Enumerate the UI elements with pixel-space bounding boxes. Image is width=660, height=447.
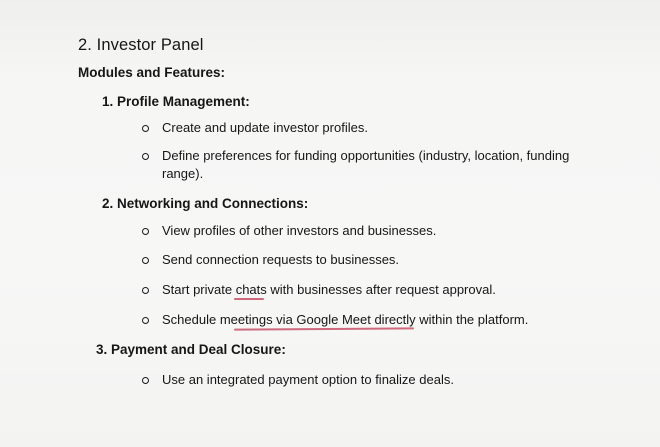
hollow-bullet-icon [142, 287, 149, 294]
hollow-bullet-icon [142, 153, 149, 160]
hollow-bullet-icon [142, 228, 149, 235]
hollow-bullet-icon [142, 377, 149, 384]
hollow-bullet-icon [142, 125, 149, 132]
list-item: Send connection requests to businesses. [142, 251, 602, 269]
list-item-text: Create and update investor profiles. [162, 120, 368, 135]
hollow-bullet-icon [142, 257, 149, 264]
list-item: Start private chats with businesses afte… [142, 281, 612, 299]
module-heading-profile-management: 1. Profile Management: [102, 94, 250, 109]
list-item-text: Start private chats with businesses afte… [162, 282, 496, 297]
pen-underline-mark [233, 327, 415, 331]
list-item-text: Schedule meetings via Google Meet direct… [162, 312, 529, 327]
list-item-text: View profiles of other investors and bus… [162, 223, 437, 238]
module-heading-networking: 2. Networking and Connections: [102, 196, 309, 211]
list-item: Define preferences for funding opportuni… [142, 147, 597, 183]
list-item: Use an integrated payment option to fina… [142, 371, 602, 389]
pen-underline-mark [234, 298, 264, 300]
list-item: Schedule meetings via Google Meet direct… [142, 311, 622, 329]
module-heading-payment: 3. Payment and Deal Closure: [96, 342, 286, 357]
list-item: Create and update investor profiles. [142, 119, 582, 137]
list-item-text: Use an integrated payment option to fina… [162, 372, 454, 387]
hollow-bullet-icon [142, 317, 149, 324]
modules-subheading: Modules and Features: [78, 65, 226, 80]
list-item: View profiles of other investors and bus… [142, 222, 602, 240]
list-item-text: Send connection requests to businesses. [162, 252, 400, 267]
list-item-text: Define preferences for funding opportuni… [162, 148, 570, 181]
document-page: 2. Investor Panel Modules and Features: … [0, 0, 660, 447]
section-title: 2. Investor Panel [78, 36, 204, 54]
